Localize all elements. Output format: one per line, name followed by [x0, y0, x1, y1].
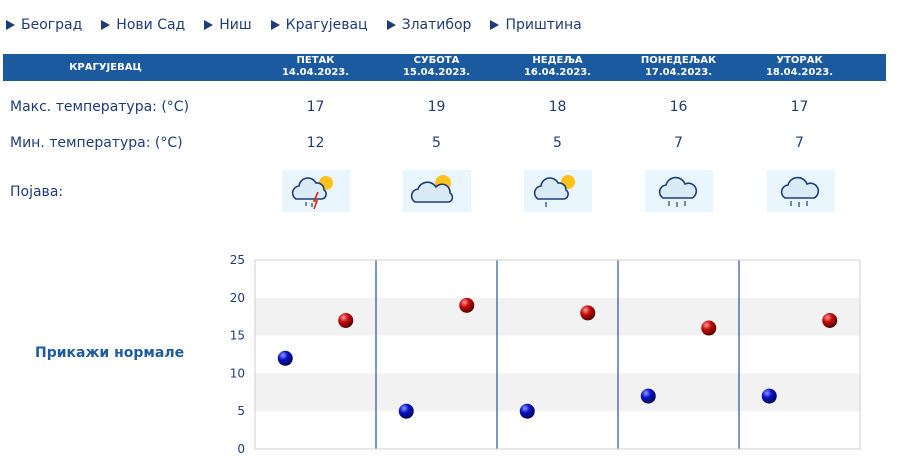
y-tick-label: 15	[230, 329, 245, 343]
min-temp-value: 5	[553, 135, 562, 151]
max-temp-value: 16	[669, 99, 688, 115]
nav-city-pristina[interactable]: Приштина	[490, 17, 582, 33]
max-temp-value: 17	[790, 99, 809, 115]
arrow-right-icon	[386, 20, 396, 30]
arrow-right-icon	[490, 20, 500, 30]
temperature-chart: 0 5 10 15 20 25	[230, 253, 861, 456]
day-date: 15.04.2023.	[402, 67, 471, 78]
nav-city-kragujevac[interactable]: Крагујевац	[270, 17, 368, 33]
min-temp-marker	[761, 388, 777, 404]
day-date: 14.04.2023.	[281, 67, 350, 78]
y-tick-label: 10	[230, 366, 245, 380]
phenomenon-label: Појава:	[10, 184, 64, 200]
day-header-2: СУБОТА 15.04.2023.	[376, 55, 497, 79]
plot-band	[255, 335, 860, 374]
cloud-rain-icon	[767, 170, 835, 212]
min-temp-label: Мин. температура: (°C)	[10, 135, 183, 151]
min-temp-marker	[519, 403, 535, 419]
max-temp-value: 18	[548, 99, 567, 115]
nav-city-nis[interactable]: Ниш	[204, 17, 252, 33]
min-temp-value: 7	[795, 135, 804, 151]
max-temp-value: 17	[306, 99, 325, 115]
nav-city-beograd[interactable]: Београд	[6, 17, 82, 33]
max-temp-marker	[580, 305, 596, 321]
y-tick-label: 20	[230, 291, 245, 305]
nav-city-label: Златибор	[401, 17, 472, 33]
y-tick-label: 5	[237, 404, 245, 418]
nav-city-label: Крагујевац	[285, 17, 368, 33]
max-temp-value: 19	[427, 99, 446, 115]
city-title: КРАГУЈЕВАЦ	[69, 62, 142, 73]
arrow-right-icon	[270, 20, 280, 30]
day-header-4: ПОНЕДЕЉАК 17.04.2023.	[618, 55, 739, 79]
min-temp-marker	[640, 388, 656, 404]
max-temp-marker	[459, 297, 475, 313]
city-nav: Београд Нови Сад Ниш Крагујевац Златибор…	[6, 14, 601, 36]
nav-city-zlatibor[interactable]: Златибор	[386, 17, 472, 33]
day-name: ПОНЕДЕЉАК	[640, 55, 717, 66]
day-name: СУБОТА	[413, 55, 460, 66]
day-name: ПЕТАК	[296, 55, 335, 66]
thunderstorm-sun-icon	[282, 170, 350, 212]
max-temp-marker	[822, 312, 838, 328]
max-temp-marker	[701, 320, 717, 336]
min-temp-value: 12	[306, 135, 325, 151]
min-temp-marker	[398, 403, 414, 419]
nav-city-label: Нови Сад	[116, 17, 186, 33]
arrow-right-icon	[6, 20, 15, 30]
y-tick-label: 0	[237, 442, 245, 456]
y-tick-label: 25	[230, 253, 245, 267]
nav-city-label: Београд	[21, 17, 83, 33]
min-temp-value: 7	[674, 135, 683, 151]
sun-cloud-rain-icon	[524, 170, 592, 212]
min-temp-marker	[277, 350, 293, 366]
day-date: 17.04.2023.	[644, 67, 713, 78]
day-date: 16.04.2023.	[523, 67, 592, 78]
day-header-3: НЕДЕЉА 16.04.2023.	[497, 55, 618, 79]
sun-cloud-icon	[403, 170, 471, 212]
day-name: УТОРАК	[776, 55, 823, 66]
max-temp-label: Макс. температура: (°C)	[10, 99, 190, 115]
nav-city-label: Приштина	[505, 17, 582, 33]
plot-band	[255, 411, 860, 449]
day-header-1: ПЕТАК 14.04.2023.	[255, 55, 376, 79]
max-temp-marker	[338, 312, 354, 328]
y-axis-ticks: 0 5 10 15 20 25	[230, 253, 245, 456]
nav-city-novi-sad[interactable]: Нови Сад	[101, 17, 185, 33]
day-header-5: УТОРАК 18.04.2023.	[739, 55, 860, 79]
day-date: 18.04.2023.	[765, 67, 834, 78]
cloud-rain-icon	[645, 170, 713, 212]
arrow-right-icon	[204, 20, 214, 30]
min-temp-value: 5	[432, 135, 441, 151]
plot-bands	[255, 260, 860, 449]
nav-city-label: Ниш	[219, 17, 252, 33]
show-normals-link[interactable]: Прикажи нормале	[35, 345, 184, 361]
day-name: НЕДЕЉА	[532, 55, 583, 66]
arrow-right-icon	[101, 20, 111, 30]
plot-band	[255, 260, 860, 298]
